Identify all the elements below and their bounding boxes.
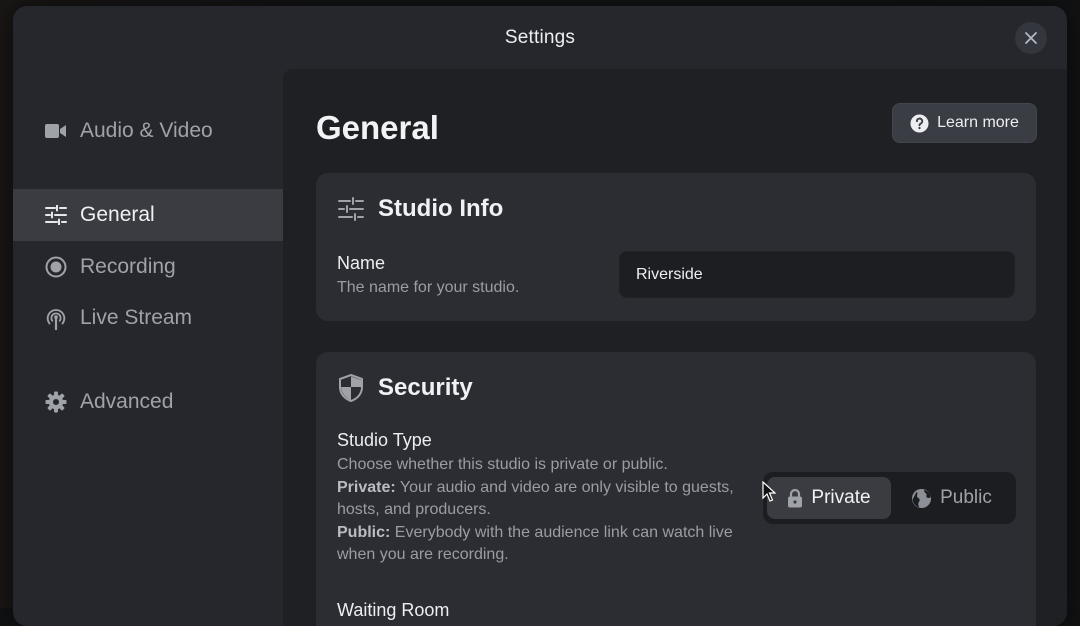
sidebar-item-recording[interactable]: Recording [13,241,283,293]
broadcast-icon [44,306,68,330]
studio-type-intro: Choose whether this studio is private or… [337,454,737,477]
sidebar-item-advanced[interactable]: Advanced [13,376,283,428]
sidebar-item-label: Live Stream [80,306,192,330]
sidebar-item-general[interactable]: General [13,189,283,241]
learn-more-button[interactable]: Learn more [892,103,1037,143]
private-option[interactable]: Private [767,477,891,519]
mouse-cursor [762,481,776,503]
studio-name-input[interactable] [619,251,1015,298]
modal-header: Settings [13,6,1067,69]
sidebar-item-label: Recording [80,255,176,279]
sidebar-item-audio-video[interactable]: Audio & Video [13,105,283,157]
public-text: Everybody with the audience link can wat… [337,524,733,564]
public-term: Public: [337,524,390,541]
name-label: Name [337,253,385,274]
help-icon [910,114,929,133]
security-header: Security [338,374,473,402]
lock-icon [787,488,803,508]
record-icon [44,255,68,279]
gear-icon [44,390,68,414]
private-term: Private: [337,479,396,496]
learn-more-label: Learn more [937,114,1019,132]
studio-type-description: Choose whether this studio is private or… [337,454,737,567]
public-option-label: Public [940,487,992,509]
waiting-room-label: Waiting Room [337,600,449,621]
sidebar-item-label: Audio & Video [80,119,213,143]
page-title: General [316,109,439,147]
private-option-label: Private [811,487,870,509]
sidebar-item-live-stream[interactable]: Live Stream [13,292,283,344]
sliders-icon [44,203,68,227]
name-description: The name for your studio. [337,277,519,300]
studio-info-header: Studio Info [338,195,503,223]
settings-content: General Learn more Studio Info [283,69,1067,626]
studio-info-card: Studio Info Name The name for your studi… [316,173,1036,321]
card-title: Security [378,374,473,402]
video-camera-icon [44,119,68,143]
private-description: Private: Your audio and video are only v… [337,477,737,522]
globe-icon [911,488,932,509]
settings-modal: Settings Audio & Video [13,6,1067,626]
close-icon [1025,32,1037,44]
shield-icon [338,374,364,402]
sidebar-item-label: Advanced [80,390,173,414]
close-button[interactable] [1015,22,1047,54]
sliders-icon [338,197,364,221]
modal-title: Settings [505,27,575,49]
private-text: Your audio and video are only visible to… [337,479,734,519]
security-card: Security Studio Type Choose whether this… [316,352,1036,626]
public-option[interactable]: Public [891,477,1012,519]
sidebar-item-label: General [80,203,155,227]
public-description: Public: Everybody with the audience link… [337,522,737,567]
card-title: Studio Info [378,195,503,223]
studio-type-toggle: Private Public [763,472,1016,524]
studio-type-label: Studio Type [337,430,432,451]
settings-sidebar: Audio & Video General [13,69,283,626]
